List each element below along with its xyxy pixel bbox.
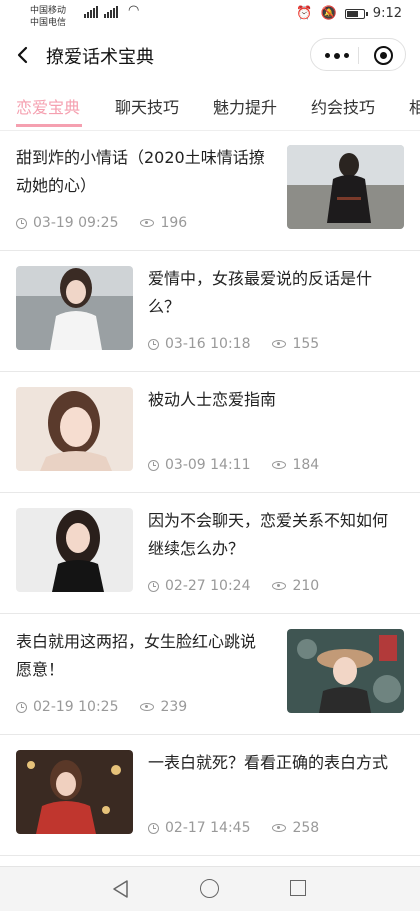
article-views: 184 (292, 457, 320, 473)
page-title: 撩爱话术宝典 (46, 47, 154, 68)
carrier-label-2: 中国电信 (30, 18, 67, 28)
list-item[interactable]: 一表白就死？看看正确的表白方式 02-17 14:45 258 (0, 735, 420, 856)
article-views: 258 (292, 820, 320, 836)
mute-icon: 🔕 (320, 6, 337, 21)
signal-icon-2 (104, 6, 118, 18)
article-views: 196 (160, 215, 188, 231)
article-thumbnail (16, 387, 133, 471)
article-date: 03-09 14:11 (165, 457, 251, 473)
clock-icon (16, 701, 27, 713)
article-title: 表白就用这两招，女生脸红心跳说愿意！ (16, 632, 257, 679)
wifi-icon: ◠ (128, 3, 140, 18)
back-triangle-icon[interactable] (111, 879, 129, 899)
list-item[interactable]: 甜到炸的小情话（2020土味情话撩动她的心） 03-19 09:25 196 (0, 130, 420, 251)
article-title: 一表白就死？看看正确的表白方式 (148, 753, 389, 772)
article-title: 被动人士恋爱指南 (148, 390, 277, 409)
list-item[interactable]: 被动人士恋爱指南 03-09 14:11 184 (0, 372, 420, 493)
article-title: 爱情中，女孩最爱说的反话是什么？ (148, 269, 373, 316)
article-thumbnail (287, 145, 404, 229)
back-button[interactable] (12, 40, 40, 70)
article-thumbnail (16, 508, 133, 592)
more-button[interactable] (325, 52, 349, 59)
article-title: 因为不会聊天，恋爱关系不知如何继续怎么办？ (148, 511, 389, 558)
capsule-divider (358, 47, 359, 64)
eye-icon (272, 340, 287, 348)
article-thumbnail (16, 750, 133, 834)
clock-icon (148, 338, 159, 350)
article-meta: 03-19 09:25 196 (16, 215, 187, 231)
list-item[interactable]: 因为不会聊天，恋爱关系不知如何继续怎么办？ 02-27 10:24 210 (0, 493, 420, 614)
article-title: 甜到炸的小情话（2020土味情话撩动她的心） (16, 148, 265, 195)
eye-icon (272, 461, 287, 469)
category-tabs: 恋爱宝典 聊天技巧 魅力提升 约会技巧 相 (0, 78, 420, 131)
article-meta: 03-09 14:11 184 (148, 457, 319, 473)
home-circle-icon[interactable] (200, 879, 219, 898)
article-meta: 03-16 10:18 155 (148, 336, 319, 352)
close-miniprogram-button[interactable] (374, 46, 393, 65)
list-item[interactable]: 爱情中，女孩最爱说的反话是什么？ 03-16 10:18 155 (0, 251, 420, 372)
nav-bar: 撩爱话术宝典 (0, 32, 420, 78)
battery-icon (344, 8, 368, 19)
article-meta: 02-19 10:25 239 (16, 699, 187, 715)
recent-apps-icon[interactable] (290, 880, 306, 896)
tab-charm-boost[interactable]: 魅力提升 (213, 94, 277, 118)
article-views: 155 (292, 336, 320, 352)
article-views: 210 (292, 578, 320, 594)
article-thumbnail (16, 266, 133, 350)
article-thumbnail (287, 629, 404, 713)
tab-chat-skills[interactable]: 聊天技巧 (115, 94, 179, 118)
article-meta: 02-17 14:45 258 (148, 820, 319, 836)
clock-icon (148, 580, 159, 592)
tab-dating-skills[interactable]: 约会技巧 (311, 94, 375, 118)
clock-icon (16, 217, 27, 229)
eye-icon (140, 703, 155, 711)
eye-icon (272, 824, 287, 832)
article-date: 03-16 10:18 (165, 336, 251, 352)
eye-icon (140, 219, 155, 227)
article-date: 02-27 10:24 (165, 578, 251, 594)
article-meta: 02-27 10:24 210 (148, 578, 319, 594)
list-item[interactable]: 表白就用这两招，女生脸红心跳说愿意！ 02-19 10:25 239 (0, 614, 420, 735)
article-date: 02-17 14:45 (165, 820, 251, 836)
alarm-icon: ⏰ (296, 6, 313, 21)
miniprogram-capsule (310, 38, 406, 71)
tab-more[interactable]: 相 (409, 94, 420, 118)
clock-icon (148, 459, 159, 471)
system-nav-bar (0, 866, 420, 911)
chevron-left-icon (17, 46, 28, 64)
status-time: 9:12 (372, 6, 402, 21)
article-list: 甜到炸的小情话（2020土味情话撩动她的心） 03-19 09:25 196 爱… (0, 130, 420, 856)
tab-love-guide[interactable]: 恋爱宝典 (16, 94, 80, 118)
article-date: 03-19 09:25 (33, 215, 119, 231)
article-views: 239 (160, 699, 188, 715)
signal-icon (84, 6, 98, 18)
clock-icon (148, 822, 159, 834)
eye-icon (272, 582, 287, 590)
active-tab-indicator (16, 124, 82, 127)
article-date: 02-19 10:25 (33, 699, 119, 715)
status-bar: 中国移动 中国电信 ◠ ⏰ 🔕 9:12 (0, 0, 420, 32)
